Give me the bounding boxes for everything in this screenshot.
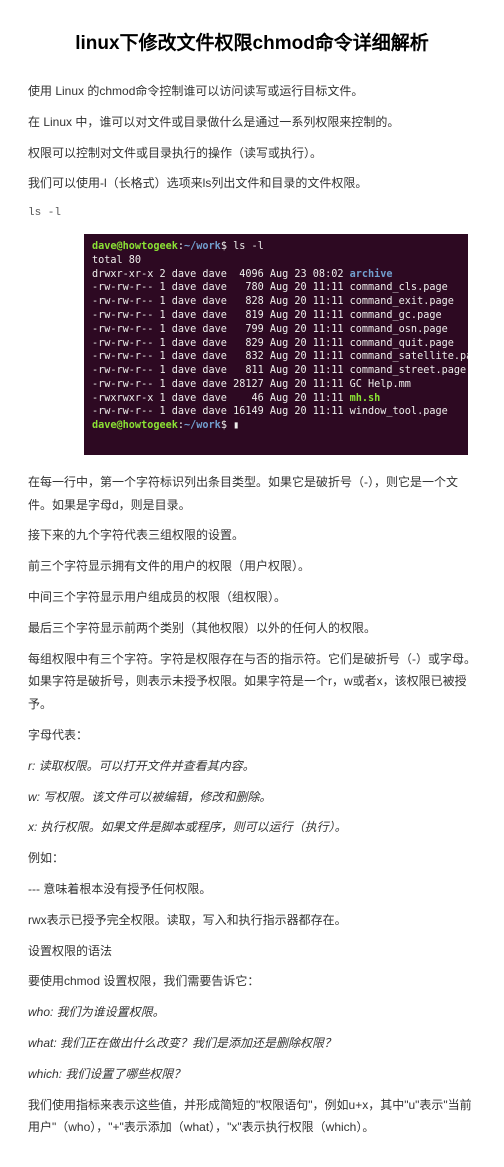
- paragraph: --- 意味着根本没有授予任何权限。: [28, 878, 476, 901]
- term-path: ~/work: [184, 420, 221, 431]
- paragraph: 权限可以控制对文件或目录执行的操作（读写或执行）。: [28, 142, 476, 165]
- cursor-icon: ▮: [233, 420, 239, 431]
- term-prompt: $: [221, 420, 233, 431]
- paragraph: who: 我们为谁设置权限。: [28, 1001, 476, 1024]
- paragraph: 设置权限的语法: [28, 940, 476, 963]
- term-line: -rw-rw-r-- 1 dave dave 16149 Aug 20 11:1…: [92, 406, 448, 417]
- paragraph: 我们可以使用-l（长格式）选项来ls列出文件和目录的文件权限。: [28, 172, 476, 195]
- term-user: dave@howtogeek: [92, 241, 178, 252]
- term-line: -rw-rw-r-- 1 dave dave 832 Aug 20 11:11 …: [92, 351, 468, 362]
- paragraph: 我们使用指标来表示这些值，并形成简短的"权限语句"，例如u+x，其中"u"表示"…: [28, 1094, 476, 1140]
- term-line: -rw-rw-r-- 1 dave dave 819 Aug 20 11:11 …: [92, 310, 442, 321]
- code-line: ls -l: [28, 203, 476, 224]
- page-title: linux下修改文件权限chmod命令详细解析: [28, 26, 476, 62]
- term-line: total 80: [92, 255, 141, 266]
- term-line: -rwxrwxr-x 1 dave dave 46 Aug 20 11:11: [92, 393, 350, 404]
- term-user: dave@howtogeek: [92, 420, 178, 431]
- what-line: what: 我们正在做出什么改变？我们是添加还是删除权限？: [28, 1036, 336, 1050]
- paragraph: which: 我们设置了哪些权限？: [28, 1063, 476, 1086]
- term-line: -rw-rw-r-- 1 dave dave 829 Aug 20 11:11 …: [92, 338, 454, 349]
- term-dir: archive: [350, 269, 393, 280]
- term-line: -rw-rw-r-- 1 dave dave 811 Aug 20 11:11 …: [92, 365, 466, 376]
- paragraph: r: 读取权限。可以打开文件并查看其内容。: [28, 755, 476, 778]
- letter-w: w: 写权限。该文件可以被编辑，修改和删除。: [28, 790, 271, 804]
- paragraph: 每组权限中有三个字符。字符是权限存在与否的指示符。它们是破折号（-）或字母。如果…: [28, 648, 476, 716]
- term-line: -rw-rw-r-- 1 dave dave 28127 Aug 20 11:1…: [92, 379, 411, 390]
- who-line: who: 我们为谁设置权限。: [28, 1005, 165, 1019]
- paragraph: what: 我们正在做出什么改变？我们是添加还是删除权限？: [28, 1032, 476, 1055]
- paragraph: 最后三个字符显示前两个类别（其他权限）以外的任何人的权限。: [28, 617, 476, 640]
- which-line: which: 我们设置了哪些权限？: [28, 1067, 185, 1081]
- paragraph: x: 执行权限。如果文件是脚本或程序，则可以运行（执行）。: [28, 816, 476, 839]
- paragraph: 中间三个字符显示用户组成员的权限（组权限）。: [28, 586, 476, 609]
- term-cmd: $ ls -l: [221, 241, 264, 252]
- paragraph: 要使用chmod 设置权限，我们需要告诉它：: [28, 970, 476, 993]
- paragraph: 例如：: [28, 847, 476, 870]
- term-line: -rw-rw-r-- 1 dave dave 828 Aug 20 11:11 …: [92, 296, 454, 307]
- terminal-screenshot: dave@howtogeek:~/work$ ls -l total 80 dr…: [84, 234, 468, 455]
- term-path: ~/work: [184, 241, 221, 252]
- term-line: drwxr-xr-x 2 dave dave 4096 Aug 23 08:02: [92, 269, 350, 280]
- letter-x: x: 执行权限。如果文件是脚本或程序，则可以运行（执行）。: [28, 820, 347, 834]
- paragraph: 前三个字符显示拥有文件的用户的权限（用户权限）。: [28, 555, 476, 578]
- paragraph: 字母代表：: [28, 724, 476, 747]
- paragraph: 在 Linux 中，谁可以对文件或目录做什么是通过一系列权限来控制的。: [28, 111, 476, 134]
- paragraph: 在每一行中，第一个字符标识列出条目类型。如果它是破折号（-），则它是一个文件。如…: [28, 471, 476, 517]
- paragraph: w: 写权限。该文件可以被编辑，修改和删除。: [28, 786, 476, 809]
- term-line: -rw-rw-r-- 1 dave dave 799 Aug 20 11:11 …: [92, 324, 448, 335]
- document-page: linux下修改文件权限chmod命令详细解析 使用 Linux 的chmod命…: [0, 0, 504, 1167]
- term-line: -rw-rw-r-- 1 dave dave 780 Aug 20 11:11 …: [92, 282, 448, 293]
- term-executable: mh.sh: [350, 393, 381, 404]
- paragraph: 使用 Linux 的chmod命令控制谁可以访问读写或运行目标文件。: [28, 80, 476, 103]
- paragraph: rwx表示已授予完全权限。读取，写入和执行指示器都存在。: [28, 909, 476, 932]
- paragraph: 接下来的九个字符代表三组权限的设置。: [28, 524, 476, 547]
- letter-r: r: 读取权限。可以打开文件并查看其内容。: [28, 759, 255, 773]
